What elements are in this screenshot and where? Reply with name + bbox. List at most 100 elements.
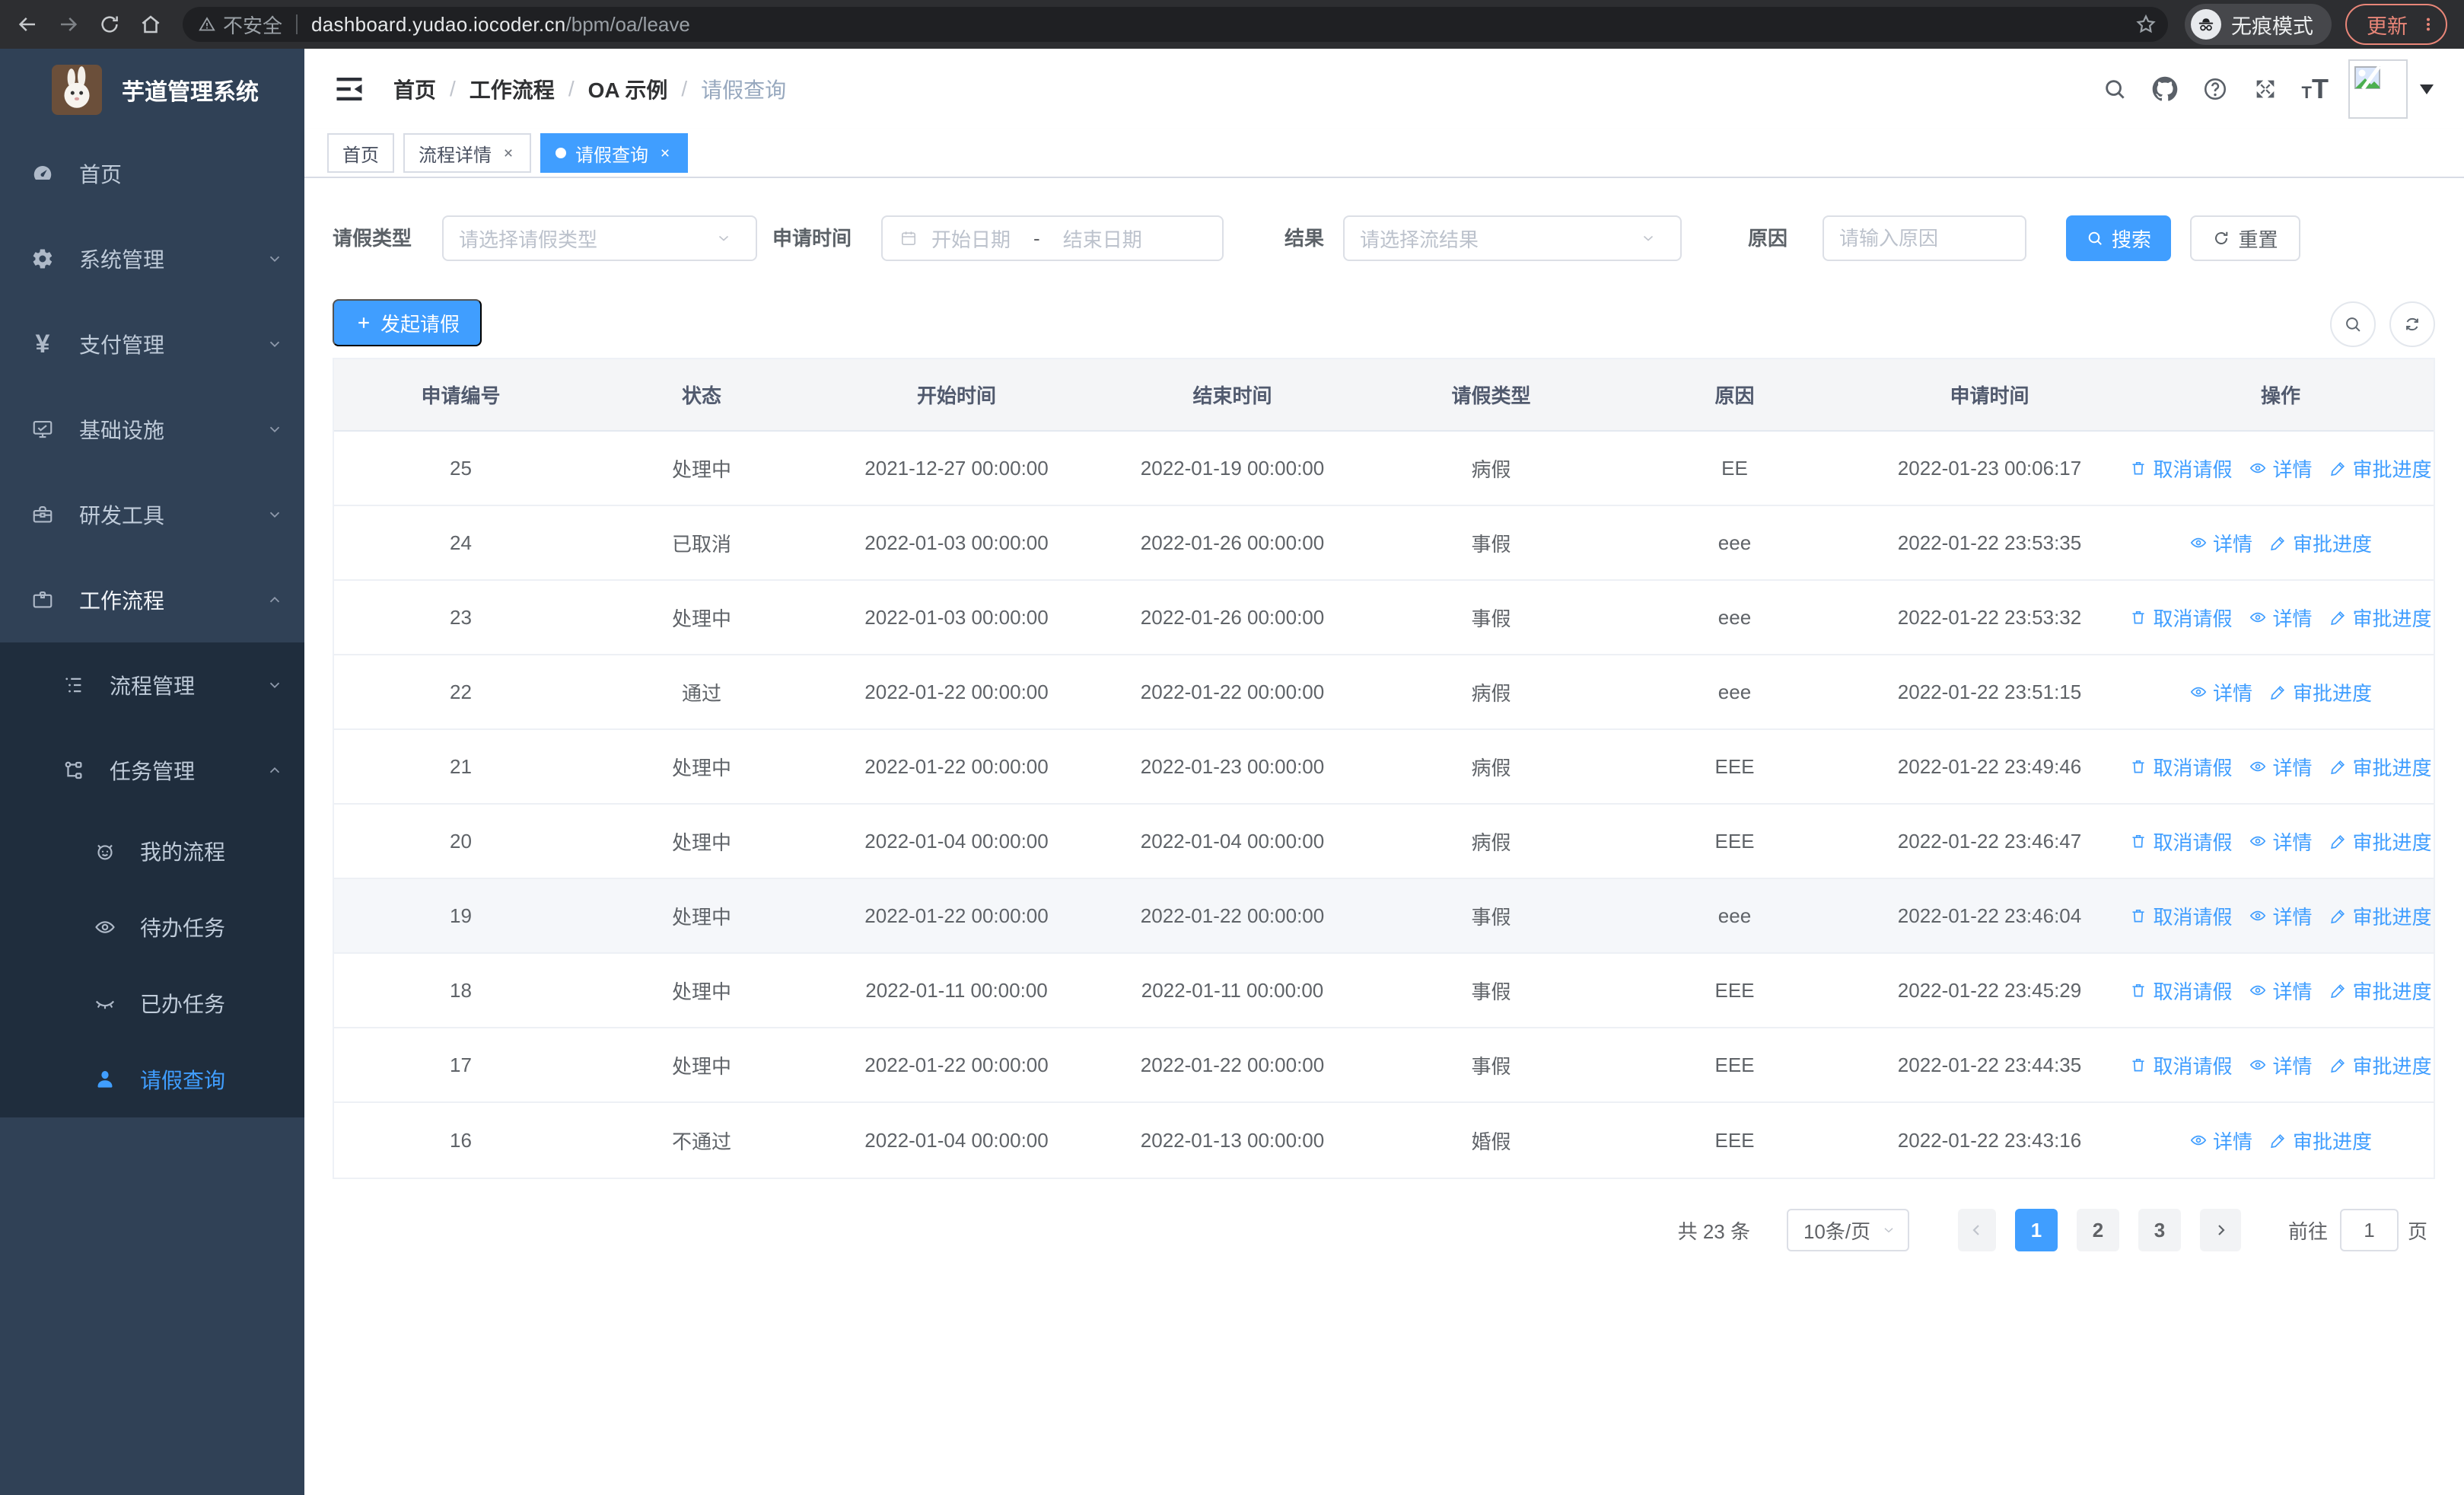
result-select[interactable]: 请选择流结果 bbox=[1343, 215, 1682, 261]
approval-progress-link[interactable]: 审批进度 bbox=[2329, 454, 2432, 483]
eye-icon bbox=[2190, 1135, 2207, 1146]
yen-icon: ¥ bbox=[35, 329, 50, 359]
close-icon[interactable] bbox=[657, 145, 673, 161]
detail-link[interactable]: 详情 bbox=[2189, 1127, 2252, 1155]
approval-progress-link[interactable]: 审批进度 bbox=[2269, 678, 2372, 706]
sidebar-item-home[interactable]: 首页 bbox=[0, 131, 304, 216]
avatar-caret-icon[interactable] bbox=[2420, 84, 2434, 94]
avatar[interactable] bbox=[2348, 59, 2408, 119]
cancel-leave-link[interactable]: 取消请假 bbox=[2129, 977, 2232, 1005]
pencil-icon bbox=[2330, 461, 2345, 477]
tab-leave-query[interactable]: 请假查询 bbox=[540, 133, 688, 173]
detail-link[interactable]: 详情 bbox=[2249, 827, 2313, 856]
help-icon[interactable] bbox=[2201, 75, 2229, 103]
detail-link[interactable]: 详情 bbox=[2249, 977, 2313, 1005]
sidebar-item-system[interactable]: 系统管理 bbox=[0, 216, 304, 301]
next-page-button[interactable] bbox=[2199, 1209, 2241, 1251]
browser-home-icon[interactable] bbox=[137, 11, 164, 38]
detail-link[interactable]: 详情 bbox=[2249, 1051, 2313, 1079]
prev-page-button[interactable] bbox=[1957, 1209, 1996, 1251]
approval-progress-link[interactable]: 审批进度 bbox=[2329, 604, 2432, 632]
approval-progress-link[interactable]: 审批进度 bbox=[2329, 827, 2432, 856]
detail-link[interactable]: 详情 bbox=[2249, 753, 2313, 781]
page-button-1[interactable]: 1 bbox=[2014, 1209, 2058, 1251]
cancel-leave-link[interactable]: 取消请假 bbox=[2129, 902, 2232, 930]
breadcrumb-item[interactable]: 工作流程 bbox=[470, 74, 555, 104]
github-icon[interactable] bbox=[2151, 75, 2179, 103]
breadcrumb-separator: / bbox=[681, 77, 688, 100]
tab-home[interactable]: 首页 bbox=[327, 133, 394, 173]
approval-progress-link[interactable]: 审批进度 bbox=[2329, 977, 2432, 1005]
search-button[interactable]: 搜索 bbox=[2066, 215, 2171, 261]
page-button-3[interactable]: 3 bbox=[2138, 1209, 2181, 1251]
sidebar-item-my-processes[interactable]: 我的流程 bbox=[0, 813, 304, 889]
cancel-leave-link[interactable]: 取消请假 bbox=[2129, 1051, 2232, 1079]
gear-icon bbox=[29, 247, 56, 270]
leave-type-select[interactable]: 请选择请假类型 bbox=[442, 215, 757, 261]
page-button-2[interactable]: 2 bbox=[2076, 1209, 2119, 1251]
sidebar-item-done-tasks[interactable]: 已办任务 bbox=[0, 965, 304, 1041]
breadcrumb-current: 请假查询 bbox=[701, 78, 787, 102]
detail-link[interactable]: 详情 bbox=[2189, 529, 2252, 557]
eye-icon bbox=[2250, 985, 2266, 996]
approval-progress-link[interactable]: 审批进度 bbox=[2269, 529, 2372, 557]
browser-forward-icon[interactable] bbox=[55, 11, 82, 38]
refresh-icon bbox=[2215, 231, 2228, 244]
eye-icon bbox=[2250, 910, 2266, 921]
active-tab-dot bbox=[556, 148, 566, 158]
sidebar-item-workflow[interactable]: 工作流程 bbox=[0, 557, 304, 642]
browser-update-button[interactable]: 更新 bbox=[2345, 4, 2447, 45]
close-icon[interactable] bbox=[501, 145, 516, 161]
sidebar-item-leave-query[interactable]: 请假查询 bbox=[0, 1041, 304, 1117]
browser-reload-icon[interactable] bbox=[96, 11, 123, 38]
approval-progress-link[interactable]: 审批进度 bbox=[2329, 1051, 2432, 1079]
tab-process-detail[interactable]: 流程详情 bbox=[403, 133, 531, 173]
detail-link[interactable]: 详情 bbox=[2249, 454, 2313, 483]
collapse-sidebar-icon[interactable] bbox=[333, 72, 366, 106]
breadcrumb: 首页 / 工作流程 / OA 示例 / 请假查询 bbox=[393, 74, 786, 104]
sidebar-item-task-management[interactable]: 任务管理 bbox=[0, 728, 304, 813]
tabs-bar: 首页 流程详情 请假查询 bbox=[304, 129, 2464, 178]
cancel-leave-link[interactable]: 取消请假 bbox=[2129, 753, 2232, 781]
sidebar-item-process-management[interactable]: 流程管理 bbox=[0, 642, 304, 728]
browser-back-icon[interactable] bbox=[14, 11, 41, 38]
goto-page-input[interactable] bbox=[2339, 1209, 2399, 1251]
search-icon[interactable] bbox=[2101, 75, 2128, 103]
detail-link[interactable]: 详情 bbox=[2189, 678, 2252, 706]
table-row: 20 处理中 2022-01-04 00:00:00 2022-01-04 00:00… bbox=[334, 805, 2434, 879]
sidebar-item-infrastructure[interactable]: 基础设施 bbox=[0, 387, 304, 472]
total-count: 共 23 条 bbox=[1677, 1219, 1750, 1243]
create-leave-button[interactable]: 发起请假 bbox=[333, 299, 482, 346]
sidebar-item-dev-tools[interactable]: 研发工具 bbox=[0, 472, 304, 557]
cancel-leave-link[interactable]: 取消请假 bbox=[2129, 827, 2232, 856]
cancel-leave-link[interactable]: 取消请假 bbox=[2129, 454, 2232, 483]
font-size-icon[interactable]: TT bbox=[2302, 73, 2329, 105]
briefcase-icon bbox=[29, 588, 56, 611]
approval-progress-link[interactable]: 审批进度 bbox=[2329, 753, 2432, 781]
refresh-table-button[interactable] bbox=[2389, 301, 2435, 347]
breadcrumb-item[interactable]: OA 示例 bbox=[588, 74, 668, 104]
reset-button[interactable]: 重置 bbox=[2190, 215, 2300, 261]
kebab-menu-icon[interactable] bbox=[2420, 16, 2437, 33]
page-size-select[interactable]: 10条/页 bbox=[1786, 1209, 1909, 1251]
bookmark-star-icon[interactable] bbox=[2135, 13, 2157, 36]
fullscreen-icon[interactable] bbox=[2252, 75, 2279, 103]
apply-time-range-picker[interactable]: 开始日期 - 结束日期 bbox=[881, 215, 1224, 261]
detail-link[interactable]: 详情 bbox=[2249, 902, 2313, 930]
sidebar-item-todo-tasks[interactable]: 待办任务 bbox=[0, 889, 304, 965]
page-unit-label: 页 bbox=[2407, 1219, 2427, 1243]
sidebar-item-payment[interactable]: ¥ 支付管理 bbox=[0, 301, 304, 387]
table-row: 17 处理中 2022-01-22 00:00:00 2022-01-22 00:00… bbox=[334, 1028, 2434, 1103]
approval-progress-link[interactable]: 审批进度 bbox=[2329, 902, 2432, 930]
approval-progress-link[interactable]: 审批进度 bbox=[2269, 1127, 2372, 1155]
toggle-search-button[interactable] bbox=[2330, 301, 2376, 347]
reason-input[interactable] bbox=[1839, 226, 2010, 250]
detail-link[interactable]: 详情 bbox=[2249, 604, 2313, 632]
cancel-leave-link[interactable]: 取消请假 bbox=[2129, 604, 2232, 632]
app-logo-row[interactable]: 芋道管理系统 bbox=[0, 49, 304, 131]
breadcrumb-item[interactable]: 首页 bbox=[393, 74, 436, 104]
flow-icon bbox=[61, 759, 87, 782]
security-warning[interactable]: 不安全 bbox=[198, 11, 282, 39]
url-bar[interactable]: 不安全 dashboard.yudao.iocoder.cn/bpm/oa/le… bbox=[183, 7, 2168, 42]
chevron-down-icon bbox=[1880, 1222, 1897, 1238]
